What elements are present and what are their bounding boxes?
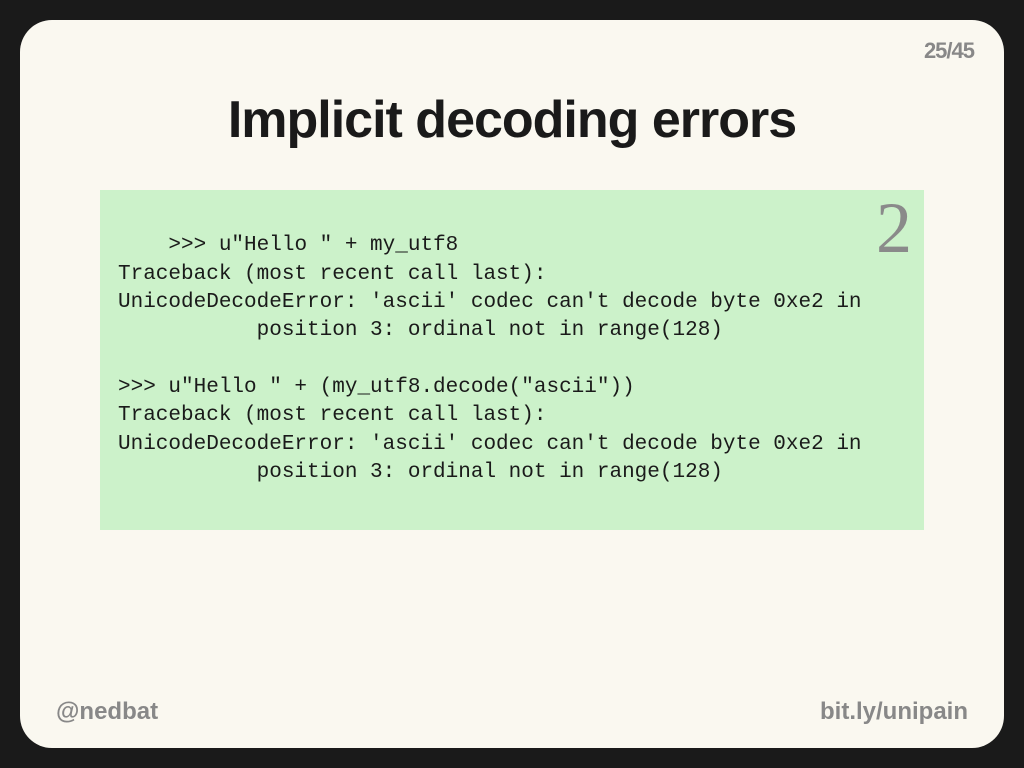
slide: 25/45 Implicit decoding errors 2>>> u"He… <box>20 20 1004 748</box>
footer-left: @nedbat <box>56 698 158 726</box>
page-number: 25/45 <box>924 38 974 64</box>
python-version-badge: 2 <box>876 192 912 264</box>
footer-right: bit.ly/unipain <box>820 698 968 726</box>
code-block: 2>>> u"Hello " + my_utf8 Traceback (most… <box>100 190 924 530</box>
code-content: >>> u"Hello " + my_utf8 Traceback (most … <box>118 234 862 484</box>
slide-title: Implicit decoding errors <box>40 90 984 150</box>
footer: @nedbat bit.ly/unipain <box>20 698 1004 726</box>
